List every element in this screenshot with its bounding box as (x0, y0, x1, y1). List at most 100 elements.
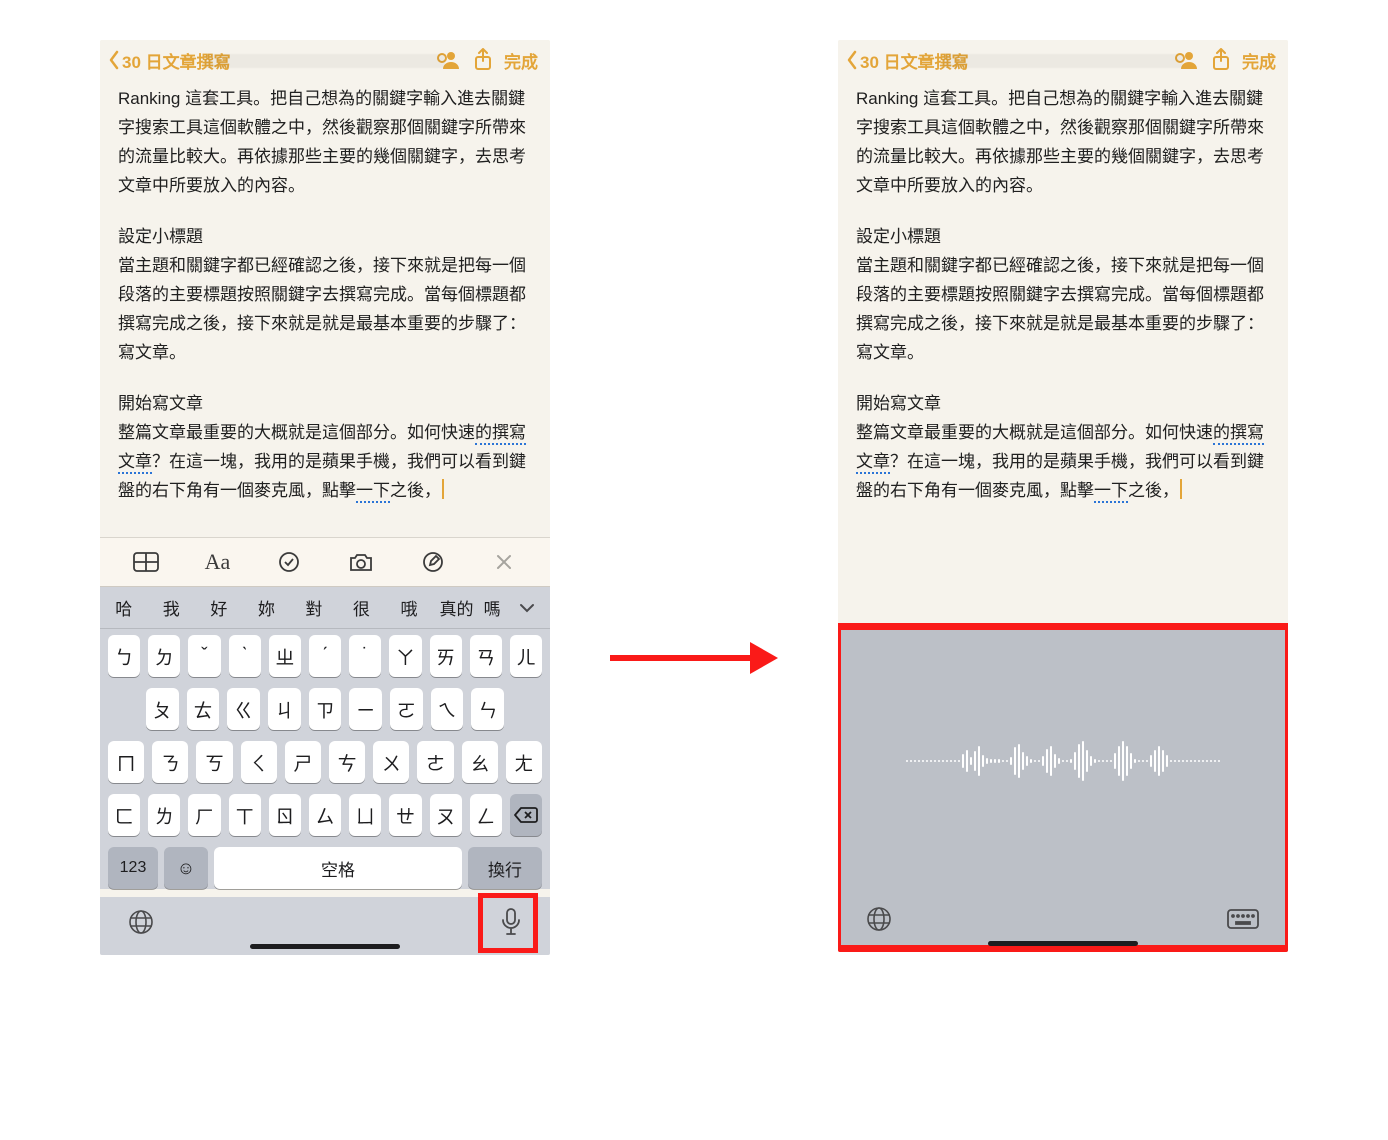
key-ˋ[interactable]: ˋ (229, 635, 261, 677)
key-ㄏ[interactable]: ㄏ (188, 794, 220, 836)
expand-suggestions-button[interactable] (504, 603, 550, 613)
markup-button[interactable] (397, 551, 469, 573)
key-ˊ[interactable]: ˊ (309, 635, 341, 677)
key-ㄎ[interactable]: ㄎ (196, 741, 232, 783)
done-button[interactable]: 完成 (500, 48, 542, 73)
kbd-row-3: ㄈㄌㄏㄒㄖㄙㄩㄝㄡㄥ (104, 794, 546, 836)
sugg-1[interactable]: 我 (148, 595, 196, 620)
key-ㄍ[interactable]: ㄍ (227, 688, 260, 730)
key-ㄘ[interactable]: ㄘ (329, 741, 365, 783)
share-icon (473, 48, 493, 72)
backspace-icon (514, 806, 538, 824)
keyboard-button[interactable] (1226, 908, 1260, 935)
key-ㄥ[interactable]: ㄥ (470, 794, 502, 836)
key-ㄡ[interactable]: ㄡ (430, 794, 462, 836)
chevron-left-icon (846, 50, 858, 70)
share-button[interactable] (1204, 48, 1238, 72)
key-ㄨ[interactable]: ㄨ (373, 741, 409, 783)
key-ㄟ[interactable]: ㄟ (431, 688, 464, 730)
paragraph-3: 整篇文章最重要的大概就是這個部分。如何快速的撰寫文章？在這一塊，我用的是蘋果手機… (856, 418, 1270, 505)
kbd-row-0: ㄅㄉˇˋㄓˊ˙ㄚㄞㄢㄦ (104, 635, 546, 677)
sugg-4[interactable]: 對 (290, 595, 338, 620)
globe-button[interactable] (866, 906, 892, 937)
camera-button[interactable] (325, 552, 397, 572)
sugg-0[interactable]: 哈 (100, 595, 148, 620)
sugg-7[interactable]: 真的 (433, 595, 481, 620)
add-person-button[interactable] (432, 49, 466, 71)
add-person-button[interactable] (1170, 49, 1204, 71)
table-button[interactable] (110, 552, 182, 572)
key-ㄆ[interactable]: ㄆ (146, 688, 179, 730)
key-ㄜ[interactable]: ㄜ (417, 741, 453, 783)
key-ㄧ[interactable]: ㄧ (349, 688, 382, 730)
heading-2: 設定小標題 (856, 222, 1270, 251)
key-ㄣ[interactable]: ㄣ (471, 688, 504, 730)
key-ㄢ[interactable]: ㄢ (470, 635, 502, 677)
note-content[interactable]: Ranking 這套工具。把自己想為的關鍵字輸入進去關鍵字搜索工具這個軟體之中，… (100, 80, 550, 537)
keyboard: ㄅㄉˇˋㄓˊ˙ㄚㄞㄢㄦ ㄆㄊㄍㄐㄗㄧㄛㄟㄣ ㄇㄋㄎㄑㄕㄘㄨㄜㄠㄤ ㄈㄌㄏㄒㄖㄙㄩ… (100, 629, 550, 889)
emoji-key[interactable]: ☺ (164, 847, 208, 889)
key-ㄚ[interactable]: ㄚ (389, 635, 421, 677)
camera-icon (348, 552, 374, 572)
home-indicator[interactable] (250, 944, 400, 949)
backspace-key[interactable] (510, 794, 542, 836)
globe-button[interactable] (128, 909, 154, 940)
checklist-button[interactable] (253, 551, 325, 573)
pen-circle-icon (422, 551, 444, 573)
key-ㄖ[interactable]: ㄖ (269, 794, 301, 836)
key-ㄉ[interactable]: ㄉ (148, 635, 180, 677)
space-key[interactable]: 空格 (214, 847, 462, 889)
microphone-button[interactable] (500, 907, 522, 942)
key-ㄞ[interactable]: ㄞ (430, 635, 462, 677)
back-label: 30 日文章撰寫 (122, 48, 231, 73)
key-ㄇ[interactable]: ㄇ (108, 741, 144, 783)
key-ㄙ[interactable]: ㄙ (309, 794, 341, 836)
key-ˇ[interactable]: ˇ (188, 635, 220, 677)
dictation-panel (838, 627, 1288, 952)
key-ㄈ[interactable]: ㄈ (108, 794, 140, 836)
sugg-6[interactable]: 哦 (385, 595, 433, 620)
chevron-left-icon (108, 50, 120, 70)
share-icon (1211, 48, 1231, 72)
key-ㄋ[interactable]: ㄋ (152, 741, 188, 783)
key-ㄅ[interactable]: ㄅ (108, 635, 140, 677)
scrim-overlay (943, 54, 1183, 68)
back-button[interactable]: 30 日文章撰寫 (108, 48, 231, 73)
key-ㄩ[interactable]: ㄩ (349, 794, 381, 836)
sugg-3[interactable]: 妳 (243, 595, 291, 620)
key-ㄤ[interactable]: ㄤ (506, 741, 542, 783)
text-format-button[interactable]: Aa (182, 549, 254, 575)
table-icon (133, 552, 159, 572)
paragraph-2: 當主題和關鍵字都已經確認之後，接下來就是把每一個段落的主要標題按照關鍵字去撰寫完… (118, 251, 532, 367)
close-toolbar-button[interactable] (468, 553, 540, 571)
key-ㄐ[interactable]: ㄐ (268, 688, 301, 730)
done-button[interactable]: 完成 (1238, 48, 1280, 73)
suggestion-bar: 哈 我 好 妳 對 很 哦 真的 嗎 (100, 587, 550, 629)
key-ㄕ[interactable]: ㄕ (285, 741, 321, 783)
key-˙[interactable]: ˙ (349, 635, 381, 677)
key-ㄒ[interactable]: ㄒ (229, 794, 261, 836)
enter-key[interactable]: 換行 (468, 847, 542, 889)
key-ㄗ[interactable]: ㄗ (309, 688, 342, 730)
sugg-8[interactable]: 嗎 (480, 595, 504, 620)
sugg-5[interactable]: 很 (338, 595, 386, 620)
key-ㄛ[interactable]: ㄛ (390, 688, 423, 730)
note-content[interactable]: Ranking 這套工具。把自己想為的關鍵字輸入進去關鍵字搜索工具這個軟體之中，… (838, 80, 1288, 537)
home-indicator[interactable] (988, 941, 1138, 946)
key-ㄓ[interactable]: ㄓ (269, 635, 301, 677)
back-button[interactable]: 30 日文章撰寫 (846, 48, 969, 73)
dictation-footer (838, 894, 1288, 952)
key-ㄦ[interactable]: ㄦ (510, 635, 542, 677)
key-ㄌ[interactable]: ㄌ (148, 794, 180, 836)
key-ㄠ[interactable]: ㄠ (462, 741, 498, 783)
person-add-icon (437, 49, 461, 71)
share-button[interactable] (466, 48, 500, 72)
num-key[interactable]: 123 (108, 847, 158, 889)
key-ㄑ[interactable]: ㄑ (241, 741, 277, 783)
key-ㄊ[interactable]: ㄊ (187, 688, 220, 730)
navbar: 30 日文章撰寫 完成 (838, 40, 1288, 80)
key-ㄝ[interactable]: ㄝ (389, 794, 421, 836)
text-cursor (1180, 479, 1182, 499)
sugg-2[interactable]: 好 (195, 595, 243, 620)
paragraph-1: Ranking 這套工具。把自己想為的關鍵字輸入進去關鍵字搜索工具這個軟體之中，… (856, 84, 1270, 200)
